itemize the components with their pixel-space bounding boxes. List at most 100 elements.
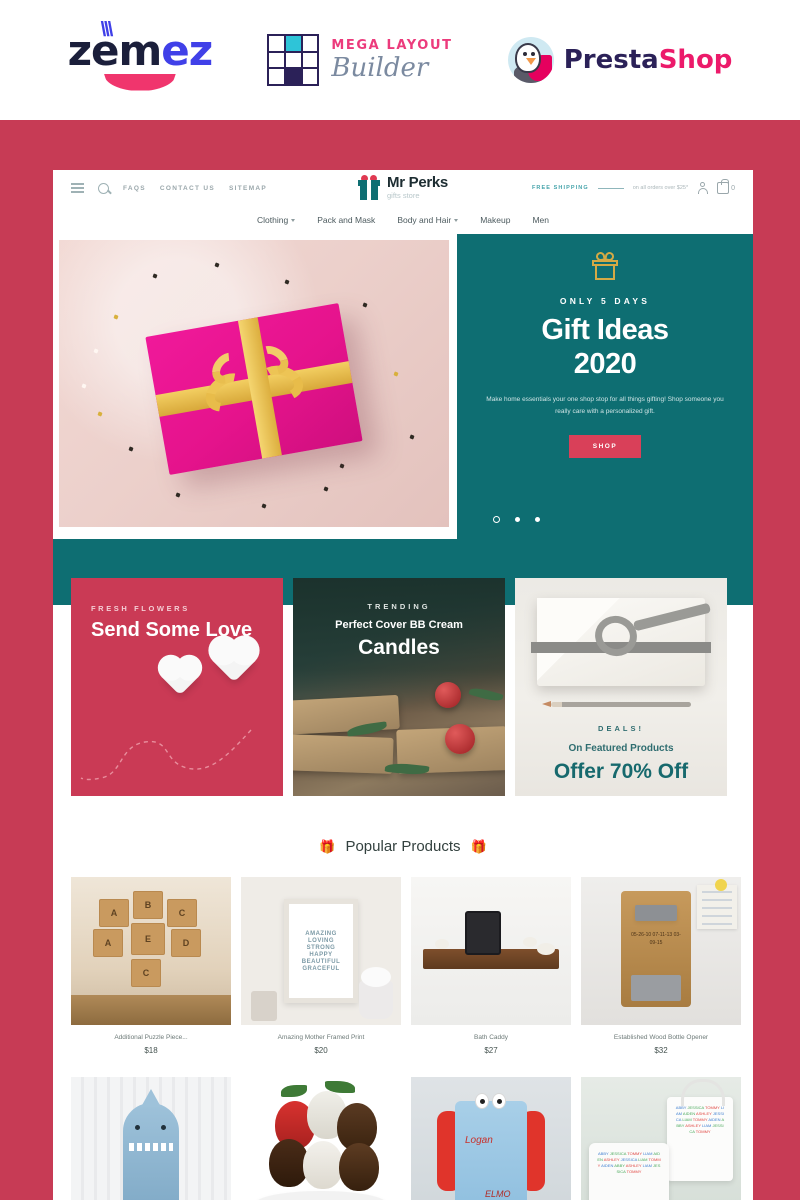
slider-dot-1[interactable] (493, 516, 500, 523)
nav-item-body-and-hair[interactable]: Body and Hair (397, 215, 459, 225)
shark-robe-art (123, 1089, 179, 1200)
cart-count: 0 (731, 184, 735, 192)
slider-dot-3[interactable] (535, 517, 540, 522)
hero-title: Gift Ideas 2020 (541, 313, 669, 381)
product-card[interactable]: Logan ELMO (411, 1077, 571, 1200)
pillow-art: ABBY JESSICA TOMMY LIAM AIDEN ASHLEY JES… (589, 1143, 669, 1200)
slider-dot-2[interactable] (515, 517, 520, 522)
magnet-icon (715, 879, 727, 891)
nav-item-pack-and-mask[interactable]: Pack and Mask (317, 215, 375, 225)
product-image: A B C A E D C (71, 877, 231, 1025)
tote-bag-art: ABBY JESSICA TOMMY LIAM AIDEN ASHLEY JES… (667, 1079, 733, 1181)
product-card[interactable] (241, 1077, 401, 1200)
product-card[interactable]: A B C A E D C Additional Puzzle Piece...… (71, 877, 231, 1055)
nav-label: Men (532, 215, 549, 225)
partner-logo-bar: \\\ zemez MEGA LAYOUT Builder PrestaShop (0, 0, 800, 120)
nav-label: Clothing (257, 215, 289, 225)
product-image: 05-26-10 07-11-13 03-09-15 (581, 877, 741, 1025)
cart-button[interactable]: 0 (717, 179, 735, 194)
product-image: Logan ELMO (411, 1077, 571, 1200)
hero-description: Make home essentials your one shop stop … (486, 396, 724, 415)
promo-kicker: TRENDING (367, 602, 431, 611)
hero-title-line1: Gift Ideas (541, 314, 669, 346)
promo-tile-deals[interactable]: DEALS! On Featured Products Offer 70% Of… (515, 578, 727, 796)
promo-title: Offer 70% Off (553, 760, 689, 783)
utility-link-contact-us[interactable]: CONTACT US (160, 185, 215, 192)
product-name: Bath Caddy (474, 1034, 508, 1041)
layout-grid-icon (267, 34, 320, 86)
zemez-word-part1: zem (67, 25, 163, 75)
product-card[interactable]: AMAZING LOVING STRONG HAPPY BEAUTIFUL GR… (241, 877, 401, 1055)
promo-kicker: DEALS! (598, 724, 644, 733)
product-image (241, 1077, 401, 1200)
zemez-tilde-icon: \\\ (100, 18, 114, 41)
nav-label: Pack and Mask (317, 215, 376, 225)
print-line: GRACEFUL (302, 965, 340, 972)
hamburger-icon[interactable] (71, 183, 84, 193)
hero-title-line2: 2020 (573, 348, 637, 381)
hero-slider: ONLY 5 DAYS Gift Ideas 2020 Make home es… (53, 234, 753, 539)
product-grid-row-1: A B C A E D C Additional Puzzle Piece...… (53, 877, 753, 1055)
promo-tile-candles[interactable]: TRENDING Perfect Cover BB Cream Candles (293, 578, 505, 796)
print-line: STRONG (306, 944, 336, 951)
free-shipping-label: FREE SHIPPING (531, 185, 589, 191)
utility-link-sitemap[interactable]: SITEMAP (229, 185, 267, 192)
heart-icon (212, 639, 256, 683)
product-name: Additional Puzzle Piece... (114, 1034, 188, 1041)
site-logo-name: Mr Perks (387, 173, 448, 191)
mega-layout-builder-brand[interactable]: MEGA LAYOUT Builder (267, 34, 452, 86)
search-icon[interactable] (98, 182, 109, 194)
product-image (411, 877, 571, 1025)
product-grid-row-2: Logan ELMO ABBY JESSICA TOMMY LIAM AIDEN… (53, 1077, 753, 1200)
gift-emoji-icon: 🎁 (319, 838, 336, 854)
brushes-prop (251, 991, 277, 1021)
hero-image-panel (53, 234, 457, 539)
promo-title: Candles (358, 636, 440, 659)
print-line: HAPPY (309, 951, 333, 958)
gift-emoji-icon: 🎁 (470, 838, 487, 854)
utility-link-faqs[interactable]: FAQS (123, 185, 146, 192)
promo-subtitle: On Featured Products (568, 743, 674, 754)
product-price: $27 (484, 1046, 498, 1055)
hero-kicker: ONLY 5 DAYS (559, 296, 651, 306)
website-preview: FAQS CONTACT US SITEMAP Mr Perks gifts s… (53, 170, 753, 1200)
nav-item-clothing[interactable]: Clothing (257, 215, 296, 225)
user-icon[interactable] (697, 182, 708, 194)
nav-item-makeup[interactable]: Makeup (480, 215, 510, 225)
product-card[interactable]: Bath Caddy $27 (411, 877, 571, 1055)
product-card[interactable]: ABBY JESSICA TOMMY LIAM AIDEN ASHLEY JES… (581, 1077, 741, 1200)
heart-icon (161, 658, 199, 696)
prestashop-part2: Shop (658, 45, 733, 75)
prestashop-mascot-icon (507, 37, 554, 83)
personalized-name: Logan (465, 1135, 493, 1146)
nav-item-men[interactable]: Men (532, 215, 549, 225)
product-name: Amazing Mother Framed Print (277, 1034, 365, 1041)
name-cloud-text: ABBY JESSICA TOMMY LIAM AIDEN ASHLEY JES… (597, 1151, 661, 1174)
promo-tile-fresh-flowers[interactable]: FRESH FLOWERS Send Some Love (71, 578, 283, 796)
chevron-down-icon (291, 218, 296, 222)
hero-content-panel: ONLY 5 DAYS Gift Ideas 2020 Make home es… (457, 234, 753, 539)
product-image: AMAZING LOVING STRONG HAPPY BEAUTIFUL GR… (241, 877, 401, 1025)
zemez-logo: \\\ zemez (68, 19, 213, 91)
utility-bar: FAQS CONTACT US SITEMAP Mr Perks gifts s… (53, 170, 753, 206)
product-card[interactable]: 05-26-10 07-11-13 03-09-15 Established W… (581, 877, 741, 1055)
product-card[interactable] (71, 1077, 231, 1200)
promo-kicker: FRESH FLOWERS (91, 604, 190, 613)
product-name: Established Wood Bottle Opener (613, 1034, 709, 1041)
vase-prop (359, 967, 393, 1019)
bottle-opener-art: 05-26-10 07-11-13 03-09-15 (621, 891, 691, 1007)
product-image (71, 1077, 231, 1200)
ribbon-bow-icon (198, 340, 307, 427)
framed-print-art: AMAZING LOVING STRONG HAPPY BEAUTIFUL GR… (284, 899, 358, 1003)
promo-tiles: FRESH FLOWERS Send Some Love TRENDING Pe… (53, 578, 753, 796)
zemez-brand[interactable]: \\\ zemez (68, 19, 213, 91)
zemez-smile-icon (103, 73, 176, 91)
gift-outline-icon (592, 251, 618, 280)
hero-shop-button[interactable]: SHOP (568, 435, 642, 459)
prestashop-brand[interactable]: PrestaShop (507, 37, 733, 83)
gift-photo (59, 240, 449, 527)
site-logo[interactable]: Mr Perks gifts store (358, 174, 448, 200)
dashed-string-icon (80, 729, 252, 781)
prestashop-part1: Presta (563, 45, 659, 75)
divider-rule (597, 187, 624, 189)
